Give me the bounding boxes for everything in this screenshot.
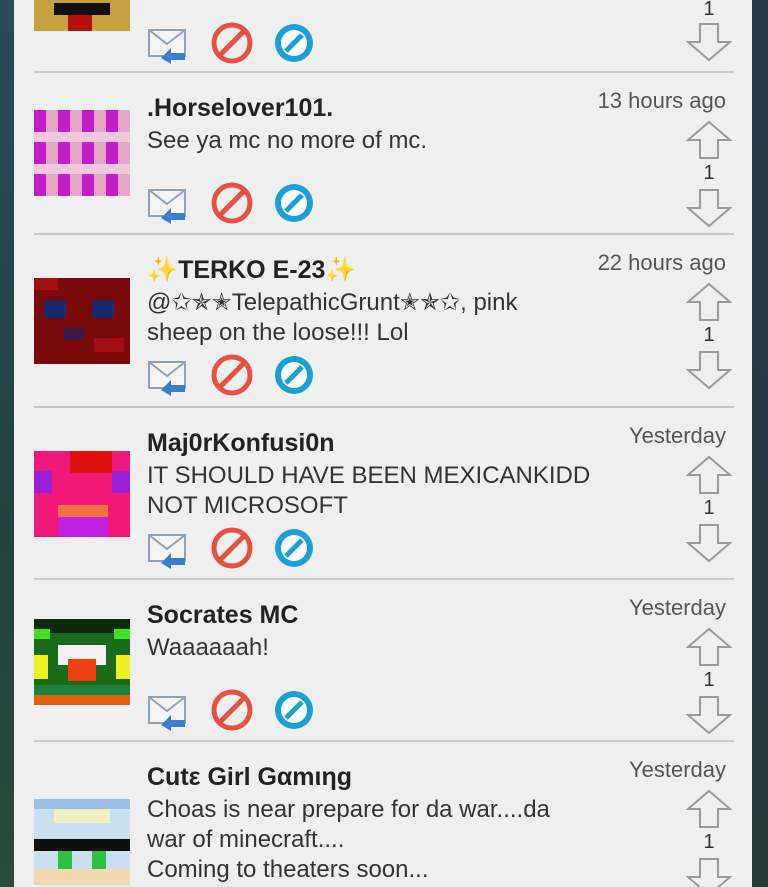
vote-count: 1 xyxy=(703,0,715,20)
username[interactable]: Cutε Girl Gαmιηg xyxy=(147,763,352,792)
comment-line: Choas is near prepare for da war....da xyxy=(147,796,550,823)
comment-actions xyxy=(147,354,327,396)
timestamp: Yesterday xyxy=(628,595,726,620)
downvote-arrow-icon[interactable] xyxy=(686,350,732,390)
comment-item: Socrates MC Yesterday Waaaaaah! 1 xyxy=(14,579,752,741)
vote-widget: 1 xyxy=(684,789,734,887)
downvote-arrow-icon[interactable] xyxy=(686,857,732,887)
reply-mail-icon[interactable] xyxy=(147,22,189,64)
upvote-arrow-icon[interactable] xyxy=(686,455,732,495)
report-icon[interactable] xyxy=(273,182,315,224)
comment-actions xyxy=(147,689,327,731)
block-icon[interactable] xyxy=(211,527,253,569)
upvote-arrow-icon[interactable] xyxy=(686,789,732,829)
upvote-arrow-icon[interactable] xyxy=(686,627,732,667)
username[interactable]: .Horselover101. xyxy=(147,94,333,123)
reply-mail-icon[interactable] xyxy=(147,689,189,731)
downvote-arrow-icon[interactable] xyxy=(686,695,732,735)
comment-item: Cutε Girl Gαmιηg Yesterday Choas is near… xyxy=(14,741,752,887)
username[interactable]: Maj0rKonfusi0n xyxy=(147,429,335,458)
comment-actions xyxy=(147,22,327,64)
comment-line: Waaaaaah! xyxy=(147,634,269,661)
avatar[interactable] xyxy=(34,110,130,196)
comment-text: See ya mc no more of mc. xyxy=(147,126,647,156)
reply-mail-icon[interactable] xyxy=(147,182,189,224)
comment-line: IT SHOULD HAVE BEEN MEXICANKIDD xyxy=(147,462,591,489)
comment-actions xyxy=(147,182,327,224)
comment-line: NOT MICROSOFT xyxy=(147,492,348,519)
comment-item: .Horselover101. 13 hours ago See ya mc n… xyxy=(14,72,752,234)
reply-mail-icon[interactable] xyxy=(147,527,189,569)
avatar[interactable] xyxy=(34,619,130,705)
downvote-arrow-icon[interactable] xyxy=(686,523,732,563)
report-icon[interactable] xyxy=(273,22,315,64)
timestamp: 13 hours ago xyxy=(597,88,726,113)
timestamp: Yesterday xyxy=(628,757,726,782)
comment-item: ✨TERKO E-23✨ 22 hours ago @✩✯✭Telepathic… xyxy=(14,234,752,406)
report-icon[interactable] xyxy=(273,354,315,396)
vote-widget: 1 xyxy=(684,282,734,422)
block-icon[interactable] xyxy=(211,689,253,731)
comment-line: See ya mc no more of mc. xyxy=(147,127,428,154)
comment-item: 1 xyxy=(14,0,752,72)
comment-line: sheep on the loose!!! Lol xyxy=(147,319,409,346)
vote-count: 1 xyxy=(703,497,715,519)
downvote-arrow-icon[interactable] xyxy=(686,188,732,228)
downvote-arrow-icon[interactable] xyxy=(686,22,732,62)
comments-panel: 1 .Horselover101. 13 hours ago See ya mc… xyxy=(14,0,752,887)
vote-count: 1 xyxy=(703,324,715,346)
timestamp: Yesterday xyxy=(628,423,726,448)
comment-text: Choas is near prepare for da war....da w… xyxy=(147,795,647,885)
username[interactable]: Socrates MC xyxy=(147,601,298,630)
username[interactable]: ✨TERKO E-23✨ xyxy=(147,256,357,285)
block-icon[interactable] xyxy=(211,354,253,396)
comment-actions xyxy=(147,527,327,569)
report-icon[interactable] xyxy=(273,527,315,569)
comment-text: Waaaaaah! xyxy=(147,633,647,663)
report-icon[interactable] xyxy=(273,689,315,731)
avatar[interactable] xyxy=(34,0,130,31)
background-left xyxy=(0,0,14,887)
block-icon[interactable] xyxy=(211,22,253,64)
block-icon[interactable] xyxy=(211,182,253,224)
vote-count: 1 xyxy=(703,831,715,853)
vote-count: 1 xyxy=(703,162,715,184)
comment-text: @✩✯✭TelepathicGrunt✭✯✩, pink sheep on th… xyxy=(147,288,647,348)
avatar[interactable] xyxy=(34,451,130,537)
avatar[interactable] xyxy=(34,799,130,885)
comment-item: Maj0rKonfusi0n Yesterday IT SHOULD HAVE … xyxy=(14,407,752,579)
comment-line: @✩✯✭TelepathicGrunt✭✯✩, pink xyxy=(147,289,518,316)
comment-line: Coming to theaters soon... xyxy=(147,856,429,883)
avatar[interactable] xyxy=(34,278,130,364)
upvote-arrow-icon[interactable] xyxy=(686,282,732,322)
background-right xyxy=(752,0,768,887)
comment-text: IT SHOULD HAVE BEEN MEXICANKIDD NOT MICR… xyxy=(147,461,647,521)
vote-count: 1 xyxy=(703,669,715,691)
comment-line: war of minecraft.... xyxy=(147,826,345,853)
vote-widget: 1 xyxy=(684,455,734,595)
upvote-arrow-icon[interactable] xyxy=(686,120,732,160)
timestamp: 22 hours ago xyxy=(597,250,726,275)
vote-widget: 1 xyxy=(684,0,734,64)
reply-mail-icon[interactable] xyxy=(147,354,189,396)
